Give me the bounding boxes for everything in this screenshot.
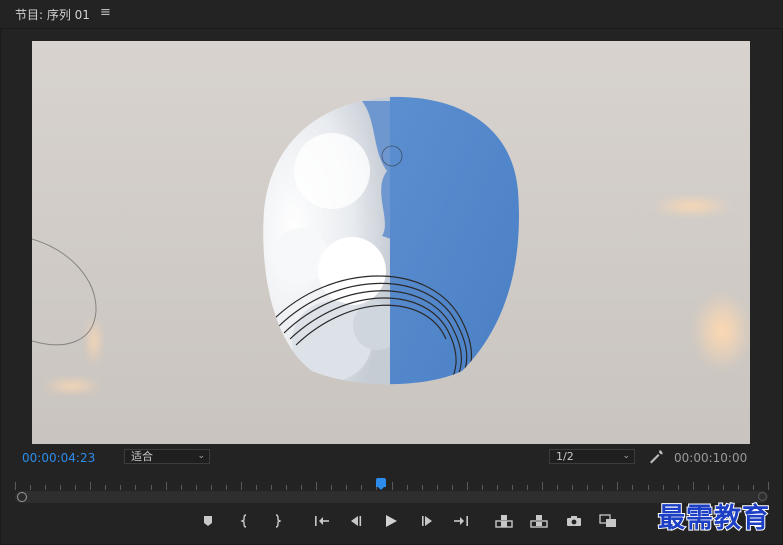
panel-header: 节目: 序列 01 ≡ xyxy=(0,0,783,28)
export-frame-button[interactable] xyxy=(563,510,585,532)
ruler-tick xyxy=(602,485,603,490)
ruler-tick xyxy=(346,485,347,490)
panel-title[interactable]: 节目: 序列 01 xyxy=(15,6,90,23)
play-icon xyxy=(386,515,397,527)
zoom-level-select[interactable]: 适合 ⌄ xyxy=(124,449,210,464)
play-button[interactable] xyxy=(380,510,402,532)
go-to-in-button[interactable] xyxy=(311,510,333,532)
scrollbar-handle-left[interactable] xyxy=(17,492,27,502)
ruler-tick xyxy=(753,485,754,490)
step-forward-icon xyxy=(422,516,432,526)
ruler-tick xyxy=(482,485,483,490)
add-marker-button[interactable] xyxy=(197,510,219,532)
ruler-tick xyxy=(15,482,16,490)
ruler-tick xyxy=(75,485,76,490)
ruler-tick xyxy=(301,485,302,490)
playback-resolution-select[interactable]: 1/2 ⌄ xyxy=(549,449,635,464)
ruler-tick xyxy=(467,482,468,490)
ruler-tick xyxy=(708,485,709,490)
ruler-tick xyxy=(105,485,106,490)
ruler-tick xyxy=(693,482,694,490)
ruler-tick xyxy=(331,485,332,490)
ruler-tick xyxy=(557,485,558,490)
watermark-logo: 最需教育 xyxy=(657,502,770,535)
time-ruler[interactable] xyxy=(15,476,769,490)
ruler-tick xyxy=(30,485,31,490)
ruler-tick xyxy=(527,485,528,490)
step-forward-button[interactable] xyxy=(416,510,438,532)
ruler-tick xyxy=(361,485,362,490)
program-monitor-viewer[interactable] xyxy=(32,41,750,444)
ruler-tick xyxy=(648,485,649,490)
comparison-view-icon xyxy=(599,514,616,527)
chevron-down-icon: ⌄ xyxy=(622,451,630,461)
mark-out-icon xyxy=(275,514,282,528)
go-to-out-icon xyxy=(454,516,468,526)
extract-icon xyxy=(530,515,548,528)
zoom-scrollbar[interactable] xyxy=(15,491,768,503)
ruler-tick xyxy=(151,485,152,490)
camera-icon xyxy=(567,516,581,526)
ruler-tick xyxy=(422,485,423,490)
lift-icon xyxy=(495,515,513,528)
ruler-tick xyxy=(723,485,724,490)
extract-button[interactable] xyxy=(528,510,550,532)
ruler-tick xyxy=(617,482,618,490)
ruler-tick xyxy=(271,485,272,490)
duration-timecode: 00:00:10:00 xyxy=(674,451,748,465)
ruler-tick xyxy=(211,485,212,490)
step-back-icon xyxy=(351,516,362,526)
monitor-controls: 00:00:04:23 适合 ⌄ 1/2 ⌄ 00:00:10:00 xyxy=(0,447,783,469)
ruler-tick xyxy=(135,485,136,490)
ruler-tick xyxy=(437,485,438,490)
ruler-tick xyxy=(166,482,167,490)
hamburger-menu-icon[interactable]: ≡ xyxy=(100,5,111,20)
ruler-tick xyxy=(90,482,91,490)
ruler-tick xyxy=(572,485,573,490)
resolution-value: 1/2 xyxy=(556,450,574,463)
ruler-tick xyxy=(542,482,543,490)
ruler-tick xyxy=(241,482,242,490)
playhead-handle[interactable] xyxy=(376,478,386,490)
ruler-tick xyxy=(316,482,317,490)
ruler-tick xyxy=(196,485,197,490)
ruler-tick xyxy=(286,485,287,490)
ruler-tick xyxy=(392,482,393,490)
go-to-in-icon xyxy=(315,516,329,526)
ruler-tick xyxy=(45,485,46,490)
ruler-tick xyxy=(768,482,769,490)
ruler-tick xyxy=(678,485,679,490)
ruler-tick xyxy=(632,485,633,490)
ruler-tick xyxy=(226,485,227,490)
chevron-down-icon: ⌄ xyxy=(197,451,205,461)
go-to-out-button[interactable] xyxy=(450,510,472,532)
ruler-tick xyxy=(497,485,498,490)
mark-in-button[interactable] xyxy=(234,510,256,532)
step-back-button[interactable] xyxy=(345,510,367,532)
ruler-tick xyxy=(256,485,257,490)
ruler-tick xyxy=(738,485,739,490)
mark-in-icon xyxy=(240,514,247,528)
marker-icon xyxy=(204,516,212,526)
comparison-view-button[interactable] xyxy=(597,510,619,532)
zoom-level-value: 适合 xyxy=(131,450,153,463)
ruler-tick xyxy=(452,485,453,490)
ruler-tick xyxy=(512,485,513,490)
ruler-tick xyxy=(60,485,61,490)
ruler-tick xyxy=(587,485,588,490)
current-timecode[interactable]: 00:00:04:23 xyxy=(22,451,95,465)
ruler-tick xyxy=(120,485,121,490)
ruler-tick xyxy=(181,485,182,490)
lift-button[interactable] xyxy=(493,510,515,532)
ruler-tick xyxy=(407,485,408,490)
wrench-icon[interactable] xyxy=(648,449,664,465)
mark-out-button[interactable] xyxy=(266,510,288,532)
ruler-tick xyxy=(663,485,664,490)
